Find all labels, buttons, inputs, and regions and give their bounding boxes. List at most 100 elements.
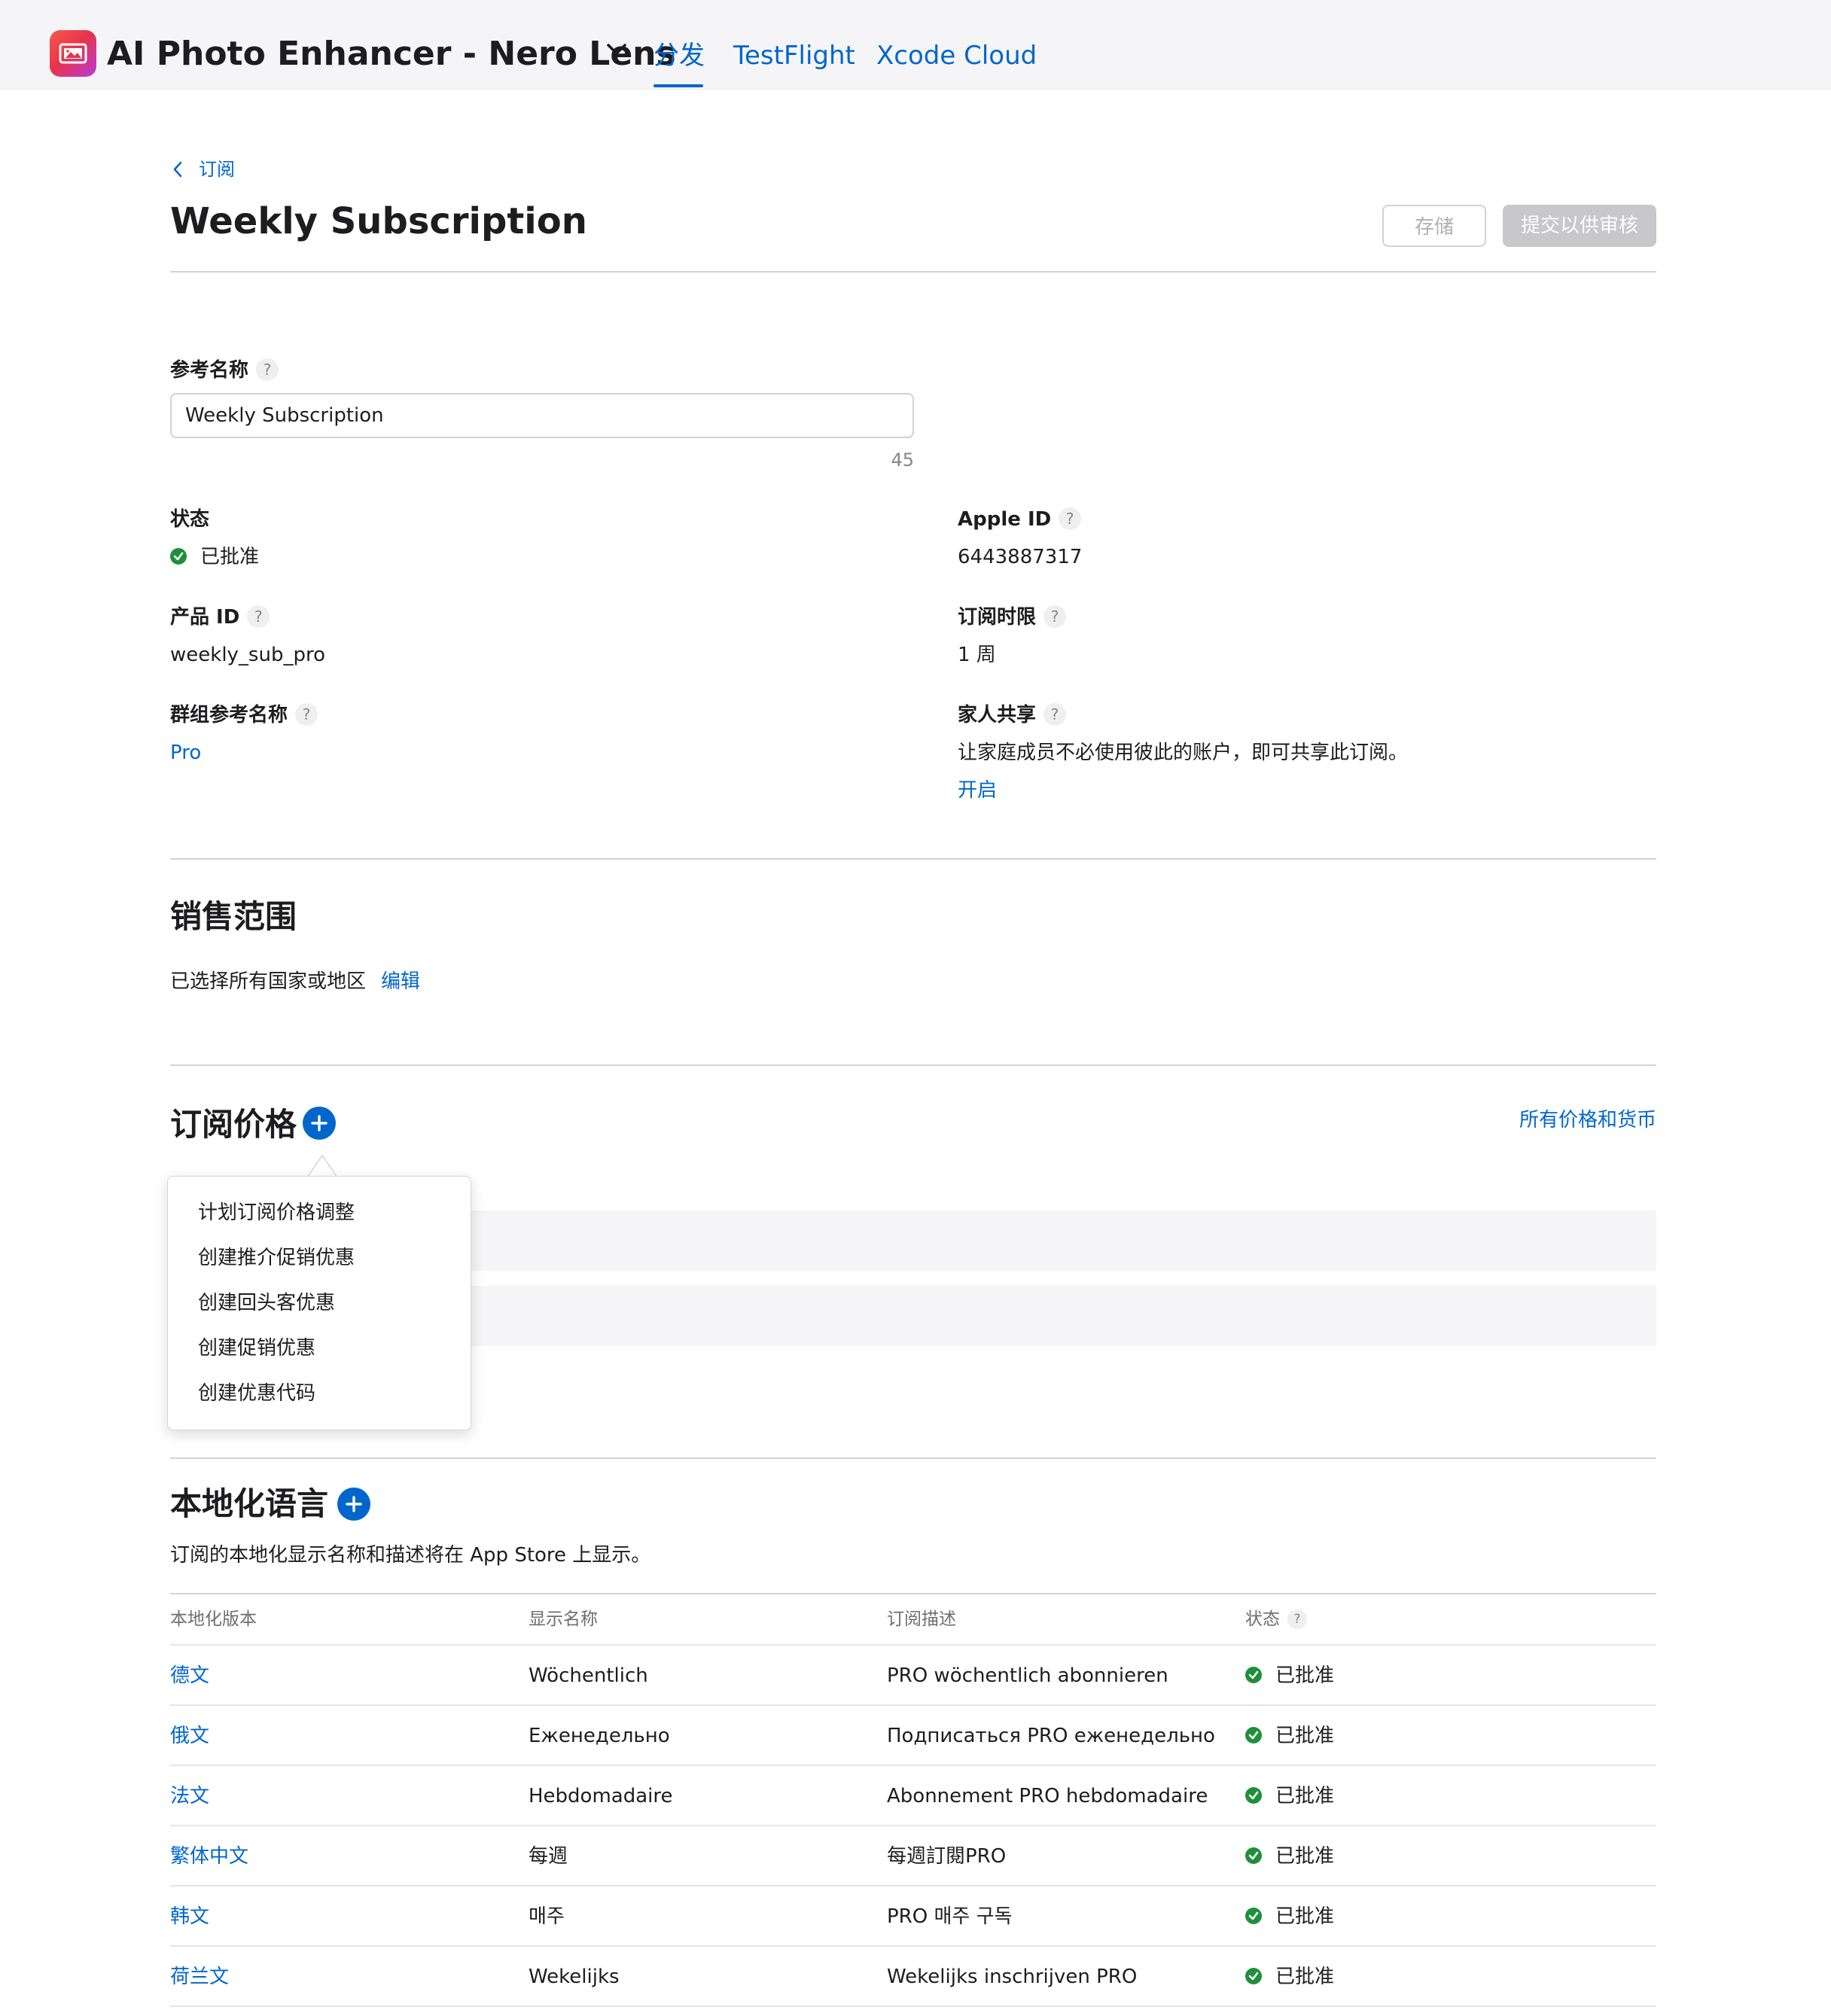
reference-name-input[interactable] <box>170 393 914 438</box>
divider <box>170 271 1656 273</box>
divider <box>170 1064 1656 1066</box>
table-row-description: PRO wöchentlich abonnieren <box>887 1664 1168 1687</box>
row-divider <box>170 1704 1656 1706</box>
tab-testflight[interactable]: TestFlight <box>733 35 855 77</box>
chevron-left-icon[interactable] <box>172 160 184 179</box>
all-prices-link[interactable]: 所有价格和货币 <box>1430 1107 1656 1134</box>
row-divider <box>170 1765 1656 1766</box>
table-row-status: 已批准 <box>1245 1722 1334 1750</box>
table-top-border <box>170 1593 1656 1594</box>
status-text: 已批准 <box>1275 1845 1335 1868</box>
help-icon[interactable]: ? <box>247 605 270 628</box>
column-header-display-name: 显示名称 <box>529 1609 598 1629</box>
menu-item-schedule-price-change[interactable]: 计划订阅价格调整 <box>198 1198 355 1228</box>
localization-description: 订阅的本地化显示名称和描述将在 App Store 上显示。 <box>170 1544 651 1567</box>
table-row-locale-link[interactable]: 法文 <box>170 1783 209 1810</box>
help-icon[interactable]: ? <box>1043 605 1067 628</box>
table-row-status: 已批准 <box>1245 1963 1334 1990</box>
availability-summary: 已选择所有国家或地区 编辑 <box>170 968 420 995</box>
table-row-description: Подписаться PRO еженедельно <box>887 1725 1215 1747</box>
status-text: 已批准 <box>1275 1664 1335 1687</box>
apple-id-label-text: Apple ID <box>958 508 1052 531</box>
table-row-locale-link[interactable]: 繁体中文 <box>170 1843 248 1870</box>
group-reference-link[interactable]: Pro <box>170 739 201 766</box>
menu-item-introductory-offer[interactable]: 创建推介促销优惠 <box>198 1243 355 1273</box>
table-row-display-name: Wekelijks <box>529 1966 620 1988</box>
duration-value: 1 周 <box>958 644 996 666</box>
approved-check-icon <box>1245 1787 1262 1804</box>
table-row-display-name: 매주 <box>529 1905 565 1928</box>
row-divider <box>170 1885 1656 1887</box>
product-id-value: weekly_sub_pro <box>170 644 325 666</box>
row-divider <box>170 1825 1656 1826</box>
status-text: 已批准 <box>1275 1966 1335 1988</box>
help-icon[interactable]: ? <box>1287 1609 1307 1629</box>
add-localization-button[interactable] <box>337 1488 370 1521</box>
table-row-locale-link[interactable]: 俄文 <box>170 1722 209 1750</box>
availability-summary-text: 已选择所有国家或地区 <box>170 970 367 993</box>
help-icon[interactable]: ? <box>1059 507 1082 530</box>
menu-item-win-back-offer[interactable]: 创建回头客优惠 <box>198 1288 335 1318</box>
chevron-down-icon[interactable] <box>606 42 627 57</box>
column-header-status-text: 状态 <box>1245 1609 1280 1629</box>
approved-check-icon <box>170 548 187 565</box>
family-sharing-label-text: 家人共享 <box>958 704 1037 726</box>
row-divider <box>170 1945 1656 1947</box>
save-button[interactable]: 存储 <box>1382 205 1486 247</box>
table-row-locale-link[interactable]: 德文 <box>170 1662 209 1689</box>
app-icon <box>50 30 96 77</box>
column-header-status: 状态? <box>1245 1606 1307 1632</box>
table-row-description: PRO 매주 구독 <box>887 1905 1013 1928</box>
status-value: 已批准 <box>170 544 259 571</box>
back-link-subscriptions[interactable]: 订阅 <box>199 157 235 182</box>
add-price-menu: 计划订阅价格调整 创建推介促销优惠 创建回头客优惠 创建促销优惠 创建优惠代码 <box>167 1176 471 1430</box>
menu-item-offer-code[interactable]: 创建优惠代码 <box>198 1378 315 1408</box>
character-counter: 45 <box>891 449 914 471</box>
approved-check-icon <box>1245 1968 1262 1984</box>
add-price-button[interactable] <box>303 1107 336 1140</box>
table-row-display-name: 每週 <box>529 1845 568 1868</box>
help-icon[interactable]: ? <box>295 703 318 726</box>
table-row-status: 已批准 <box>1245 1783 1334 1810</box>
availability-edit-link[interactable]: 编辑 <box>381 970 420 993</box>
pricing-title: 订阅价格 <box>170 1106 297 1143</box>
table-row-status: 已批准 <box>1245 1903 1334 1930</box>
app-name-menu[interactable]: AI Photo Enhancer - Nero Lens <box>107 30 676 78</box>
localization-title: 本地化语言 <box>170 1485 329 1522</box>
approved-check-icon <box>1245 1847 1262 1864</box>
divider <box>170 858 1656 860</box>
plus-icon <box>346 1496 362 1512</box>
table-row-status: 已批准 <box>1245 1843 1334 1870</box>
submit-for-review-button[interactable]: 提交以供审核 <box>1503 205 1656 247</box>
help-icon[interactable]: ? <box>256 358 279 381</box>
status-label: 状态 <box>170 508 210 531</box>
tab-distribution[interactable]: 分发 <box>653 35 705 77</box>
table-row-display-name: Еженедельно <box>529 1725 670 1747</box>
menu-item-promotional-offer[interactable]: 创建促销优惠 <box>198 1333 315 1363</box>
family-sharing-enable-link[interactable]: 开启 <box>958 777 997 804</box>
approved-check-icon <box>1245 1727 1262 1743</box>
group-reference-label: 群组参考名称? <box>170 702 318 729</box>
availability-title: 销售范围 <box>170 898 297 935</box>
table-row-display-name: Wöchentlich <box>529 1664 648 1687</box>
family-sharing-description: 让家庭成员不必使用彼此的账户，即可共享此订阅。 <box>958 742 1409 764</box>
divider <box>170 1457 1656 1459</box>
table-row-description: Wekelijks inschrijven PRO <box>887 1966 1138 1988</box>
tab-xcode-cloud[interactable]: Xcode Cloud <box>876 35 1037 77</box>
approved-check-icon <box>1245 1908 1262 1924</box>
table-row-display-name: Hebdomadaire <box>529 1785 673 1807</box>
table-row-locale-link[interactable]: 荷兰文 <box>170 1963 229 1990</box>
status-text: 已批准 <box>1275 1905 1335 1928</box>
table-row-locale-link[interactable]: 韩文 <box>170 1903 209 1930</box>
plus-icon <box>311 1115 328 1131</box>
status-text: 已批准 <box>1275 1785 1335 1807</box>
column-header-description: 订阅描述 <box>887 1609 956 1629</box>
table-row-description: Abonnement PRO hebdomadaire <box>887 1785 1208 1807</box>
page-title: Weekly Subscription <box>170 200 587 242</box>
photo-icon <box>59 43 87 64</box>
product-id-label-text: 产品 ID <box>170 606 240 629</box>
help-icon[interactable]: ? <box>1043 703 1067 726</box>
status-text: 已批准 <box>1275 1725 1335 1747</box>
table-row-description: 每週訂閱PRO <box>887 1845 1007 1868</box>
active-tab-indicator <box>653 84 703 87</box>
